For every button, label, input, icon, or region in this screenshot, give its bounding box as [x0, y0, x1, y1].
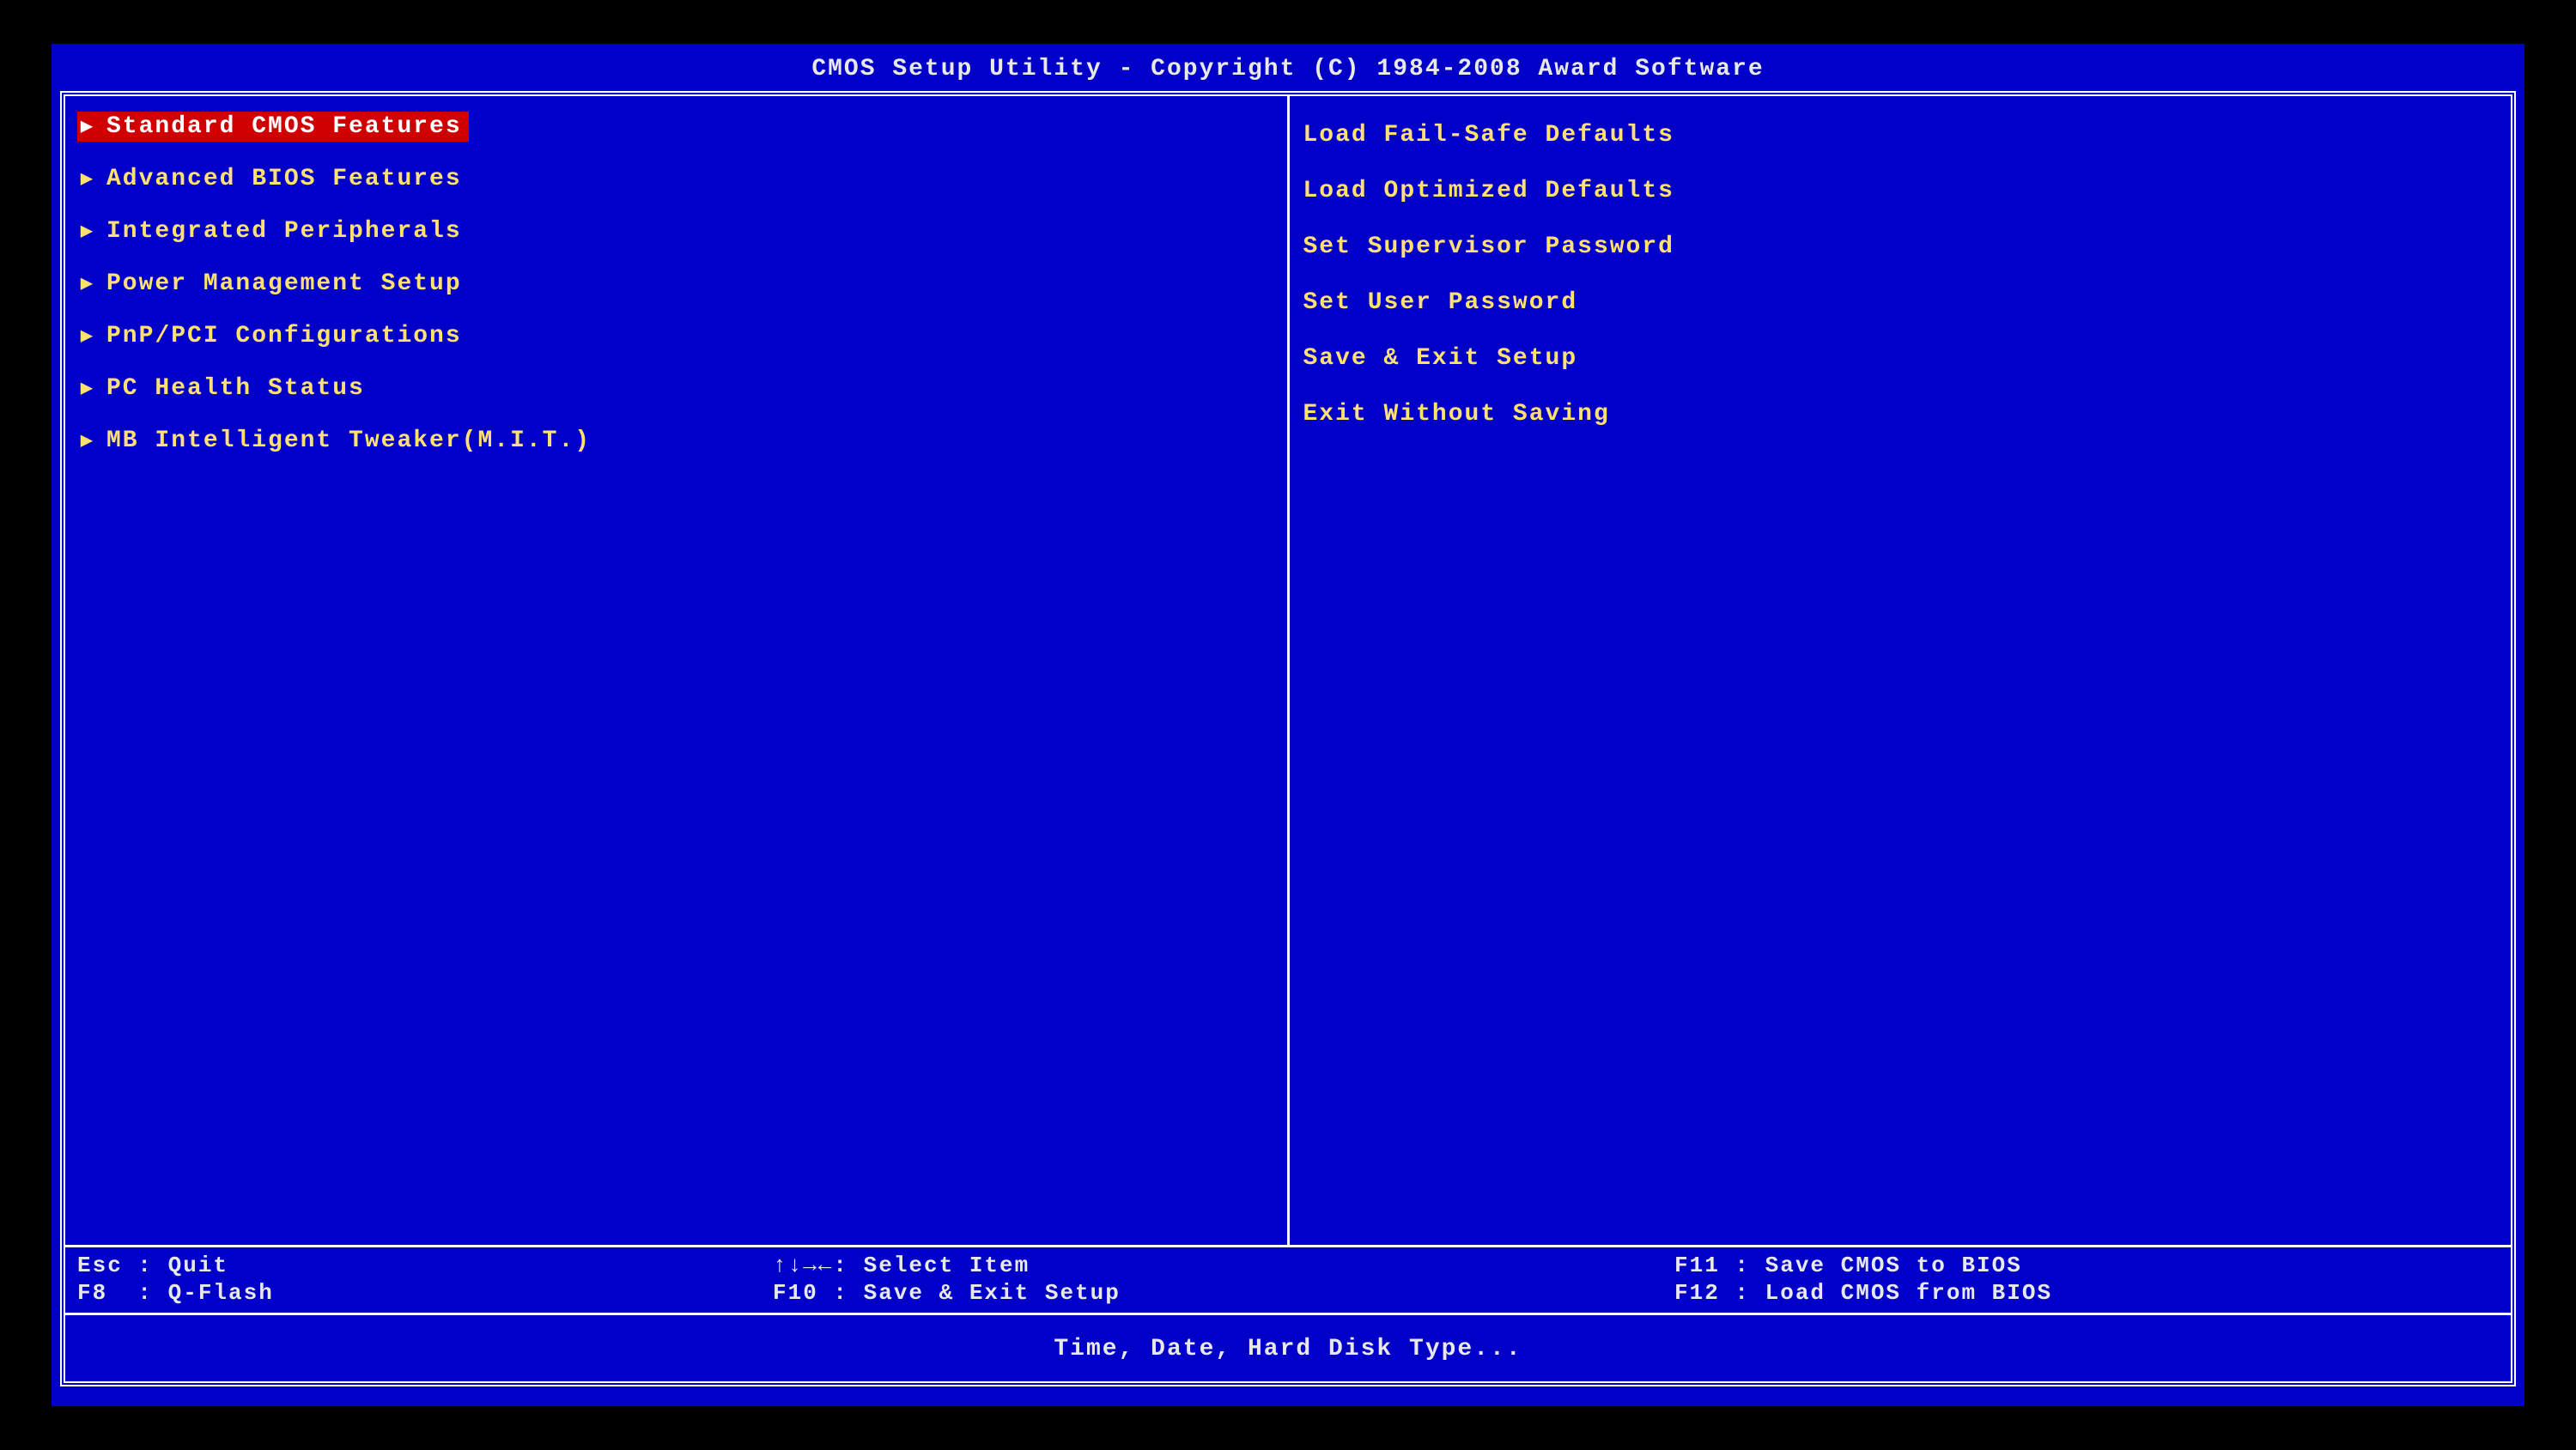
menu-label: Set Supervisor Password	[1303, 234, 1674, 260]
bios-screen: CMOS Setup Utility - Copyright (C) 1984-…	[52, 44, 2524, 1407]
title-bar: CMOS Setup Utility - Copyright (C) 1984-…	[60, 51, 2516, 91]
footer-keys: Esc : Quit ↑↓→←: Select Item F11 : Save …	[65, 1245, 2511, 1313]
menu-label: Integrated Peripherals	[106, 218, 462, 245]
menu-exit-without-saving[interactable]: Exit Without Saving	[1302, 399, 1617, 429]
key-hint-f8: F8 : Q-Flash	[77, 1280, 764, 1306]
menu-label: PC Health Status	[106, 375, 365, 402]
menu-label: Load Optimized Defaults	[1303, 178, 1674, 204]
menu-power-management-setup[interactable]: ▶ Power Management Setup	[77, 269, 469, 299]
menu-label: Standard CMOS Features	[106, 113, 462, 140]
menu-save-and-exit-setup[interactable]: Save & Exit Setup	[1302, 343, 1585, 373]
triangle-icon: ▶	[79, 270, 96, 296]
menu-label: Load Fail-Safe Defaults	[1303, 122, 1674, 149]
menu-pc-health-status[interactable]: ▶ PC Health Status	[77, 373, 372, 403]
menu-label: Power Management Setup	[106, 270, 462, 297]
triangle-icon: ▶	[79, 166, 96, 191]
menu-integrated-peripherals[interactable]: ▶ Integrated Peripherals	[77, 216, 469, 246]
triangle-icon: ▶	[79, 375, 96, 401]
main-box: ▶ Standard CMOS Features ▶ Advanced BIOS…	[60, 91, 2516, 1387]
menu-load-fail-safe-defaults[interactable]: Load Fail-Safe Defaults	[1302, 120, 1681, 150]
menu-advanced-bios-features[interactable]: ▶ Advanced BIOS Features	[77, 164, 469, 194]
menu-mb-intelligent-tweaker[interactable]: ▶ MB Intelligent Tweaker(M.I.T.)	[77, 426, 598, 456]
menu-label: Save & Exit Setup	[1303, 345, 1578, 372]
title-text: CMOS Setup Utility - Copyright (C) 1984-…	[811, 56, 1764, 82]
menu-load-optimized-defaults[interactable]: Load Optimized Defaults	[1302, 176, 1681, 206]
hint-text: Time, Date, Hard Disk Type...	[1054, 1336, 1522, 1362]
menu-label: Exit Without Saving	[1303, 401, 1610, 428]
key-hint-f11: F11 : Save CMOS to BIOS	[1674, 1253, 2499, 1278]
key-hint-f10: F10 : Save & Exit Setup	[773, 1280, 1666, 1306]
triangle-icon: ▶	[79, 428, 96, 453]
menu-label: Set User Password	[1303, 289, 1578, 316]
key-hint-f12: F12 : Load CMOS from BIOS	[1674, 1280, 2499, 1306]
right-column: Load Fail-Safe Defaults Load Optimized D…	[1287, 96, 2512, 1246]
menu-label: MB Intelligent Tweaker(M.I.T.)	[106, 428, 591, 454]
triangle-icon: ▶	[79, 323, 96, 349]
menu-label: Advanced BIOS Features	[106, 166, 462, 192]
menu-set-user-password[interactable]: Set User Password	[1302, 288, 1585, 318]
left-column: ▶ Standard CMOS Features ▶ Advanced BIOS…	[65, 96, 1287, 1246]
menu-pnp-pci-configurations[interactable]: ▶ PnP/PCI Configurations	[77, 321, 469, 351]
menu-set-supervisor-password[interactable]: Set Supervisor Password	[1302, 232, 1681, 262]
triangle-icon: ▶	[79, 218, 96, 244]
triangle-icon: ▶	[79, 113, 96, 139]
menu-label: PnP/PCI Configurations	[106, 323, 462, 349]
key-hint-arrows: ↑↓→←: Select Item	[773, 1253, 1666, 1278]
menu-columns: ▶ Standard CMOS Features ▶ Advanced BIOS…	[65, 96, 2511, 1246]
key-hint-esc: Esc : Quit	[77, 1253, 764, 1278]
hint-bar: Time, Date, Hard Disk Type...	[65, 1313, 2511, 1381]
menu-standard-cmos-features[interactable]: ▶ Standard CMOS Features	[77, 112, 469, 142]
